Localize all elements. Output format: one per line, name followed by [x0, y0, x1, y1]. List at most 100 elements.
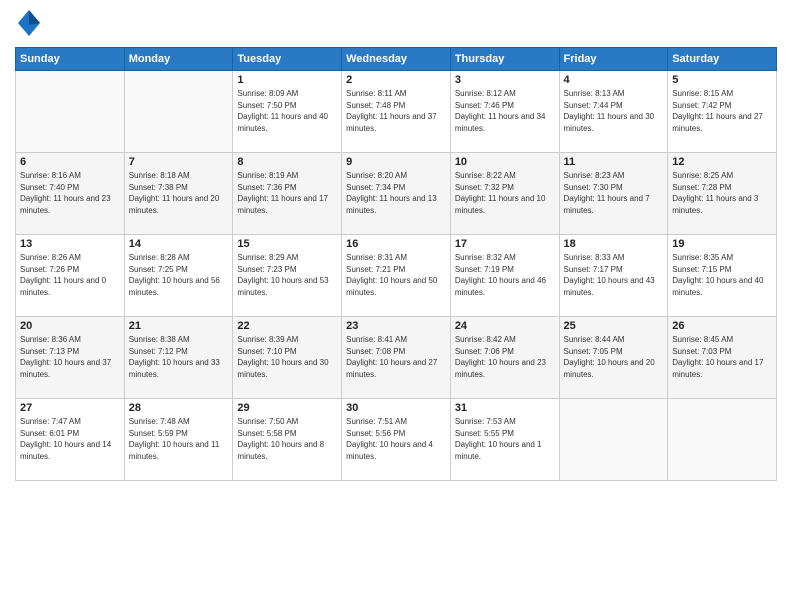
day-number: 9	[346, 156, 446, 168]
weekday-friday: Friday	[559, 48, 668, 71]
day-cell: 15 Sunrise: 8:29 AM Sunset: 7:23 PM Dayli…	[233, 235, 342, 317]
day-info: Sunrise: 7:47 AM Sunset: 6:01 PM Dayligh…	[20, 416, 120, 462]
day-info: Sunrise: 8:39 AM Sunset: 7:10 PM Dayligh…	[237, 334, 337, 380]
day-cell: 24 Sunrise: 8:42 AM Sunset: 7:06 PM Dayli…	[450, 317, 559, 399]
day-cell	[16, 71, 125, 153]
day-cell: 14 Sunrise: 8:28 AM Sunset: 7:25 PM Dayli…	[124, 235, 233, 317]
day-info: Sunrise: 8:41 AM Sunset: 7:08 PM Dayligh…	[346, 334, 446, 380]
day-number: 11	[564, 156, 664, 168]
day-number: 18	[564, 238, 664, 250]
day-number: 10	[455, 156, 555, 168]
day-info: Sunrise: 8:29 AM Sunset: 7:23 PM Dayligh…	[237, 252, 337, 298]
day-info: Sunrise: 8:38 AM Sunset: 7:12 PM Dayligh…	[129, 334, 229, 380]
day-info: Sunrise: 7:51 AM Sunset: 5:56 PM Dayligh…	[346, 416, 446, 462]
day-number: 20	[20, 320, 120, 332]
day-info: Sunrise: 8:33 AM Sunset: 7:17 PM Dayligh…	[564, 252, 664, 298]
day-info: Sunrise: 8:35 AM Sunset: 7:15 PM Dayligh…	[672, 252, 772, 298]
weekday-monday: Monday	[124, 48, 233, 71]
day-cell: 19 Sunrise: 8:35 AM Sunset: 7:15 PM Dayli…	[668, 235, 777, 317]
day-cell	[124, 71, 233, 153]
weekday-sunday: Sunday	[16, 48, 125, 71]
day-info: Sunrise: 7:48 AM Sunset: 5:59 PM Dayligh…	[129, 416, 229, 462]
day-number: 22	[237, 320, 337, 332]
day-cell: 6Sunrise: 8:16 AM Sunset: 7:40 PM Daylig…	[16, 153, 125, 235]
day-info: Sunrise: 8:11 AM Sunset: 7:48 PM Dayligh…	[346, 88, 446, 134]
day-cell: 21 Sunrise: 8:38 AM Sunset: 7:12 PM Dayli…	[124, 317, 233, 399]
logo-icon	[18, 10, 40, 41]
day-cell: 8Sunrise: 8:19 AM Sunset: 7:36 PM Daylig…	[233, 153, 342, 235]
calendar-table: SundayMondayTuesdayWednesdayThursdayFrid…	[15, 47, 777, 481]
day-info: Sunrise: 8:09 AM Sunset: 7:50 PM Dayligh…	[237, 88, 337, 134]
day-cell: 26Sunrise: 8:45 AM Sunset: 7:03 PM Dayli…	[668, 317, 777, 399]
weekday-wednesday: Wednesday	[342, 48, 451, 71]
week-row-3: 13 Sunrise: 8:26 AM Sunset: 7:26 PM Dayli…	[16, 235, 777, 317]
day-number: 27	[20, 402, 120, 414]
day-info: Sunrise: 8:44 AM Sunset: 7:05 PM Dayligh…	[564, 334, 664, 380]
day-cell: 20 Sunrise: 8:36 AM Sunset: 7:13 PM Dayli…	[16, 317, 125, 399]
day-cell: 4 Sunrise: 8:13 AM Sunset: 7:44 PM Daylig…	[559, 71, 668, 153]
day-info: Sunrise: 8:25 AM Sunset: 7:28 PM Dayligh…	[672, 170, 772, 216]
day-info: Sunrise: 8:36 AM Sunset: 7:13 PM Dayligh…	[20, 334, 120, 380]
day-number: 17	[455, 238, 555, 250]
day-number: 19	[672, 238, 772, 250]
day-number: 14	[129, 238, 229, 250]
day-number: 13	[20, 238, 120, 250]
day-info: Sunrise: 8:45 AM Sunset: 7:03 PM Dayligh…	[672, 334, 772, 380]
day-number: 31	[455, 402, 555, 414]
day-number: 29	[237, 402, 337, 414]
day-info: Sunrise: 8:32 AM Sunset: 7:19 PM Dayligh…	[455, 252, 555, 298]
day-number: 23	[346, 320, 446, 332]
day-number: 2	[346, 74, 446, 86]
day-cell: 13 Sunrise: 8:26 AM Sunset: 7:26 PM Dayli…	[16, 235, 125, 317]
day-info: Sunrise: 8:18 AM Sunset: 7:38 PM Dayligh…	[129, 170, 229, 216]
weekday-thursday: Thursday	[450, 48, 559, 71]
day-number: 3	[455, 74, 555, 86]
weekday-saturday: Saturday	[668, 48, 777, 71]
day-number: 21	[129, 320, 229, 332]
day-cell: 7 Sunrise: 8:18 AM Sunset: 7:38 PM Daylig…	[124, 153, 233, 235]
day-info: Sunrise: 8:20 AM Sunset: 7:34 PM Dayligh…	[346, 170, 446, 216]
day-info: Sunrise: 8:22 AM Sunset: 7:32 PM Dayligh…	[455, 170, 555, 216]
day-cell: 3 Sunrise: 8:12 AM Sunset: 7:46 PM Daylig…	[450, 71, 559, 153]
day-number: 4	[564, 74, 664, 86]
day-number: 1	[237, 74, 337, 86]
day-number: 5	[672, 74, 772, 86]
day-number: 15	[237, 238, 337, 250]
day-cell: 22 Sunrise: 8:39 AM Sunset: 7:10 PM Dayli…	[233, 317, 342, 399]
day-cell: 12 Sunrise: 8:25 AM Sunset: 7:28 PM Dayli…	[668, 153, 777, 235]
day-cell: 9 Sunrise: 8:20 AM Sunset: 7:34 PM Daylig…	[342, 153, 451, 235]
day-number: 16	[346, 238, 446, 250]
day-info: Sunrise: 7:50 AM Sunset: 5:58 PM Dayligh…	[237, 416, 337, 462]
day-info: Sunrise: 7:53 AM Sunset: 5:55 PM Dayligh…	[455, 416, 555, 462]
day-number: 30	[346, 402, 446, 414]
week-row-1: 1 Sunrise: 8:09 AM Sunset: 7:50 PM Daylig…	[16, 71, 777, 153]
day-info: Sunrise: 8:42 AM Sunset: 7:06 PM Dayligh…	[455, 334, 555, 380]
weekday-tuesday: Tuesday	[233, 48, 342, 71]
day-info: Sunrise: 8:23 AM Sunset: 7:30 PM Dayligh…	[564, 170, 664, 216]
day-info: Sunrise: 8:28 AM Sunset: 7:25 PM Dayligh…	[129, 252, 229, 298]
day-cell: 1 Sunrise: 8:09 AM Sunset: 7:50 PM Daylig…	[233, 71, 342, 153]
day-cell: 18 Sunrise: 8:33 AM Sunset: 7:17 PM Dayli…	[559, 235, 668, 317]
weekday-header-row: SundayMondayTuesdayWednesdayThursdayFrid…	[16, 48, 777, 71]
week-row-4: 20 Sunrise: 8:36 AM Sunset: 7:13 PM Dayli…	[16, 317, 777, 399]
day-cell: 29 Sunrise: 7:50 AM Sunset: 5:58 PM Dayli…	[233, 399, 342, 481]
day-cell: 27 Sunrise: 7:47 AM Sunset: 6:01 PM Dayli…	[16, 399, 125, 481]
day-cell: 31 Sunrise: 7:53 AM Sunset: 5:55 PM Dayli…	[450, 399, 559, 481]
day-cell: 5 Sunrise: 8:15 AM Sunset: 7:42 PM Daylig…	[668, 71, 777, 153]
day-cell: 2 Sunrise: 8:11 AM Sunset: 7:48 PM Daylig…	[342, 71, 451, 153]
day-number: 28	[129, 402, 229, 414]
day-info: Sunrise: 8:26 AM Sunset: 7:26 PM Dayligh…	[20, 252, 120, 298]
day-info: Sunrise: 8:15 AM Sunset: 7:42 PM Dayligh…	[672, 88, 772, 134]
day-info: Sunrise: 8:13 AM Sunset: 7:44 PM Dayligh…	[564, 88, 664, 134]
week-row-5: 27 Sunrise: 7:47 AM Sunset: 6:01 PM Dayli…	[16, 399, 777, 481]
day-number: 25	[564, 320, 664, 332]
day-info: Sunrise: 8:31 AM Sunset: 7:21 PM Dayligh…	[346, 252, 446, 298]
day-cell: 11 Sunrise: 8:23 AM Sunset: 7:30 PM Dayli…	[559, 153, 668, 235]
day-number: 12	[672, 156, 772, 168]
day-number: 6	[20, 156, 120, 168]
day-cell	[559, 399, 668, 481]
day-info: Sunrise: 8:12 AM Sunset: 7:46 PM Dayligh…	[455, 88, 555, 134]
day-number: 24	[455, 320, 555, 332]
day-cell: 30 Sunrise: 7:51 AM Sunset: 5:56 PM Dayli…	[342, 399, 451, 481]
day-number: 7	[129, 156, 229, 168]
